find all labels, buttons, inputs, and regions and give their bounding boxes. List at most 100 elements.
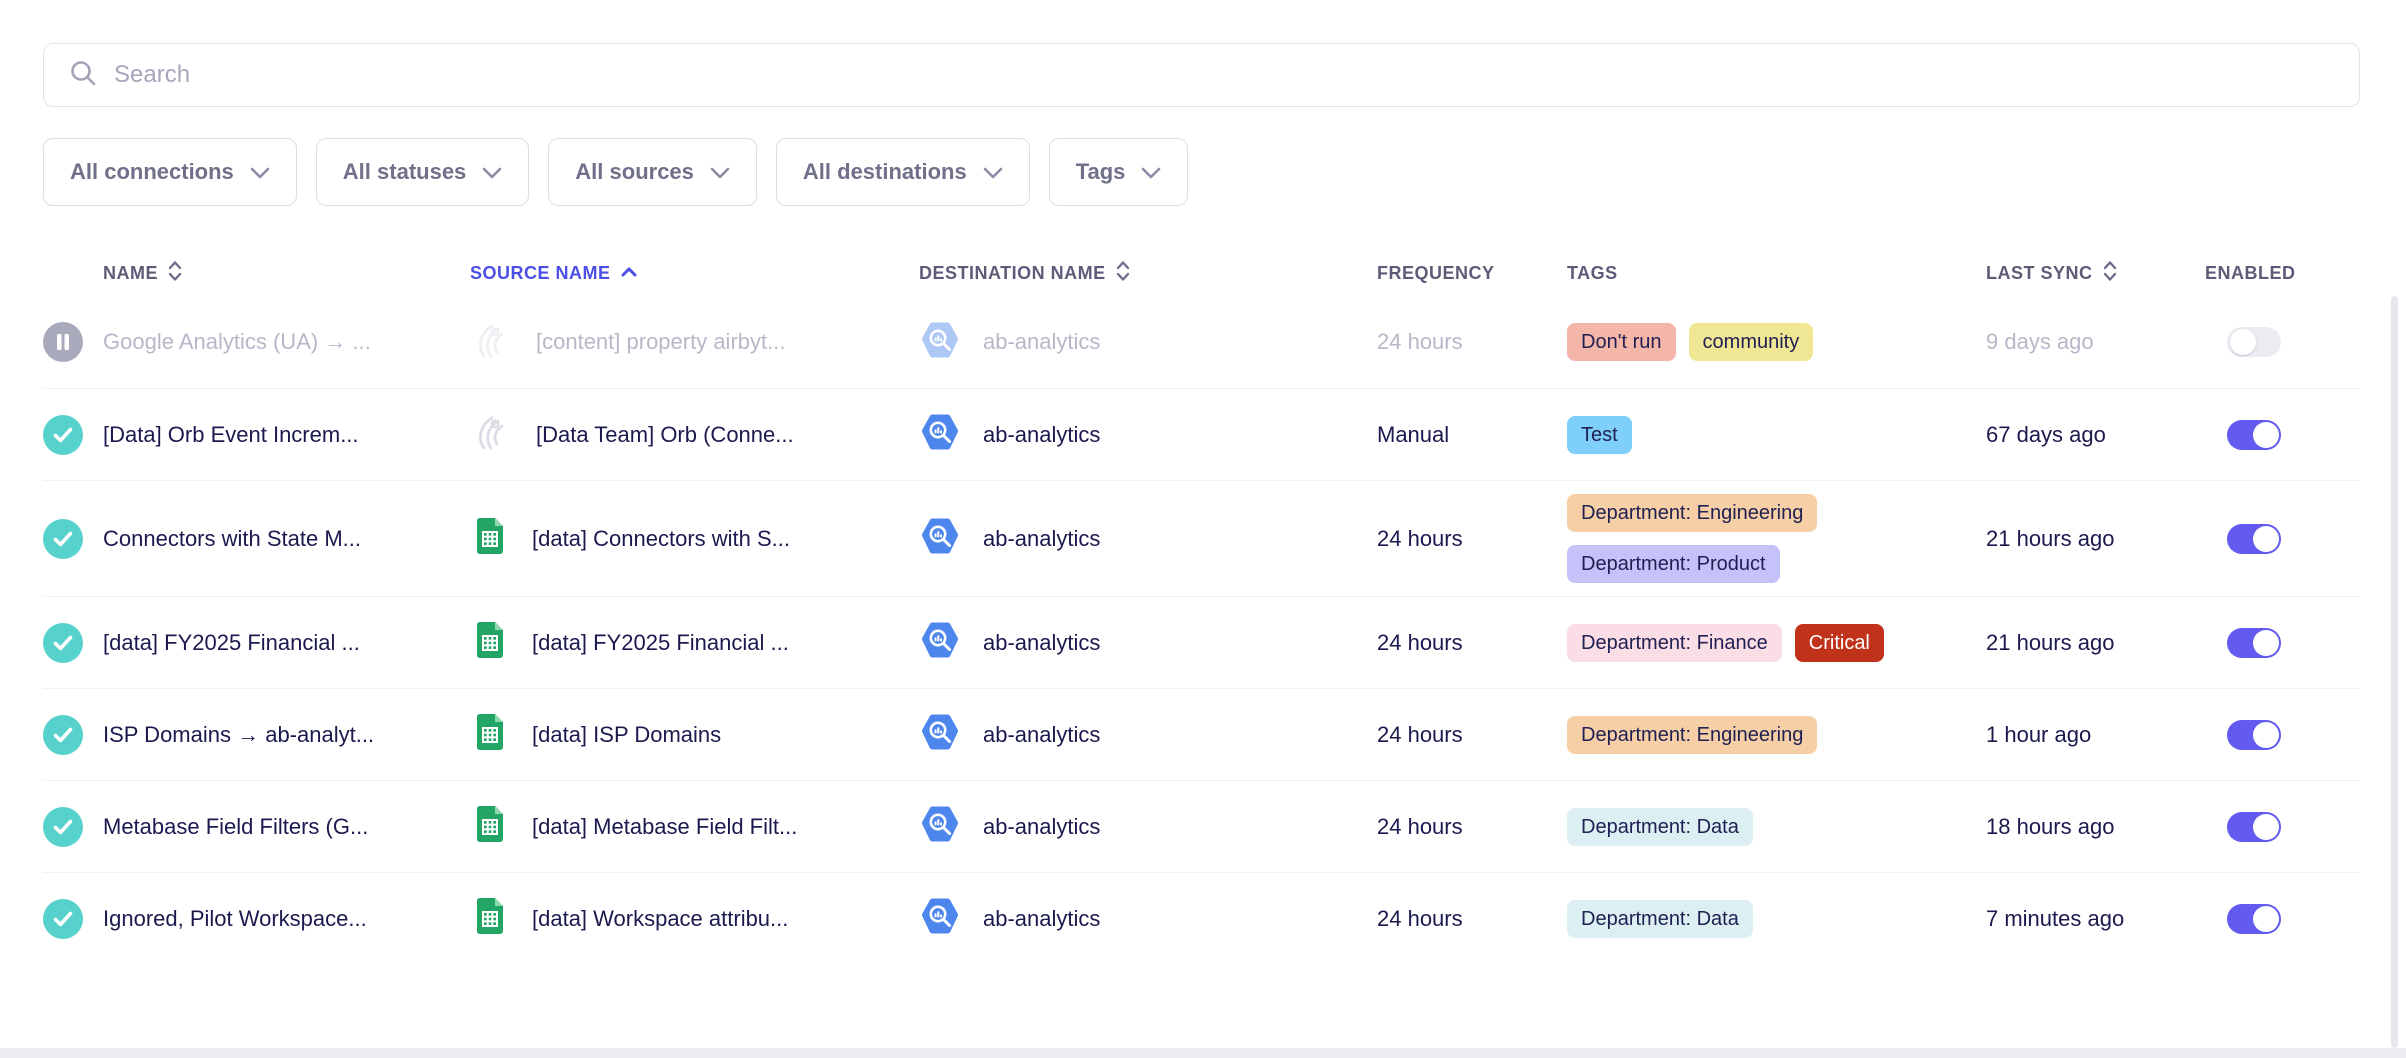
source-cell[interactable]: [data] Workspace attribu... [470,896,919,941]
enabled-status-icon [43,807,103,847]
enabled-toggle[interactable] [2227,720,2281,750]
tag-badge: Don't run [1567,323,1676,361]
chevron-down-icon [983,159,1003,185]
connection-name[interactable]: [data] FY2025 Financial ... [103,630,470,656]
column-label: LAST SYNC [1986,263,2093,284]
enabled-status-icon [43,715,103,755]
table-row[interactable]: Metabase Field Filters (G... [data] Metab… [43,780,2360,872]
tags-cell: Department: FinanceCritical [1567,624,1986,662]
sort-both-icon [167,259,183,288]
enabled-toggle[interactable] [2227,524,2281,554]
destination-cell[interactable]: ab-analytics [919,319,1377,366]
toggle-knob [2253,422,2279,448]
source-name: [data] Connectors with S... [532,526,790,552]
last-sync-value: 18 hours ago [1986,814,2205,840]
custom-connector-icon [470,318,514,367]
frequency-value: 24 hours [1377,329,1567,355]
tags-cell: Department: EngineeringDepartment: Produ… [1567,494,1986,583]
table-row[interactable]: Connectors with State M... [data] Connect… [43,480,2360,596]
bigquery-icon [919,319,961,366]
connection-name[interactable]: Connectors with State M... [103,526,470,552]
frequency-value: 24 hours [1377,722,1567,748]
frequency-value: Manual [1377,422,1567,448]
filter-all-connections[interactable]: All connections [43,138,297,206]
filter-label: All connections [70,159,234,185]
destination-name: ab-analytics [983,722,1100,748]
destination-cell[interactable]: ab-analytics [919,515,1377,562]
connection-name[interactable]: Metabase Field Filters (G... [103,814,470,840]
table-row[interactable]: Ignored, Pilot Workspace...[data] Worksp… [43,872,2360,964]
column-header-source-name[interactable]: SOURCE NAME [470,263,919,284]
destination-cell[interactable]: ab-analytics [919,619,1377,666]
column-header-last-sync[interactable]: LAST SYNC [1986,259,2205,288]
destination-name: ab-analytics [983,329,1100,355]
connection-name[interactable]: Google Analytics (UA) → ... [103,329,470,355]
sort-asc-icon [620,263,638,284]
enabled-status-icon [43,623,103,663]
google-sheets-icon [470,804,510,849]
source-name: [data] Metabase Field Filt... [532,814,797,840]
filter-tags[interactable]: Tags [1049,138,1189,206]
connections-page: All connections All statuses All sources… [0,0,2406,1058]
chevron-down-icon [482,159,502,185]
chevron-down-icon [1141,159,1161,185]
bigquery-icon [919,803,961,850]
connection-name[interactable]: Ignored, Pilot Workspace... [103,906,470,932]
connection-name[interactable]: ISP Domains → ab-analyt... [103,722,470,748]
frequency-value: 24 hours [1377,814,1567,840]
column-header-tags: TAGS [1567,263,1986,284]
source-cell[interactable]: [content] property airbyt... [470,318,919,367]
sort-both-icon [2102,259,2118,288]
enabled-toggle[interactable] [2227,327,2281,357]
source-cell[interactable]: [data] ISP Domains [470,712,919,757]
filter-label: All sources [575,159,694,185]
bigquery-icon [919,515,961,562]
last-sync-value: 21 hours ago [1986,526,2205,552]
column-header-name[interactable]: NAME [103,259,470,288]
toggle-knob [2253,814,2279,840]
filter-all-destinations[interactable]: All destinations [776,138,1030,206]
connection-name[interactable]: [Data] Orb Event Increm... [103,422,470,448]
column-label: DESTINATION NAME [919,263,1106,284]
source-cell[interactable]: [data] Metabase Field Filt... [470,804,919,849]
google-sheets-icon [470,516,510,561]
enabled-toggle[interactable] [2227,420,2281,450]
connections-table-body: Google Analytics (UA) → ...[content] pro… [43,296,2360,964]
last-sync-value: 9 days ago [1986,329,2205,355]
column-label: ENABLED [2205,263,2296,284]
tags-cell: Department: Engineering [1567,716,1986,754]
filter-bar: All connections All statuses All sources… [43,138,2360,206]
enabled-toggle[interactable] [2227,628,2281,658]
filter-all-sources[interactable]: All sources [548,138,757,206]
tags-cell: Department: Data [1567,900,1986,938]
last-sync-value: 67 days ago [1986,422,2205,448]
tag-badge: Department: Data [1567,900,1753,938]
toggle-knob [2253,630,2279,656]
table-row[interactable]: [Data] Orb Event Increm...[Data Team] Or… [43,388,2360,480]
toggle-knob [2253,906,2279,932]
destination-cell[interactable]: ab-analytics [919,411,1377,458]
table-row[interactable]: ISP Domains → ab-analyt...[data] ISP Dom… [43,688,2360,780]
source-cell[interactable]: [Data Team] Orb (Conne... [470,410,919,459]
vertical-scrollbar[interactable] [2391,296,2398,1048]
table-row[interactable]: [data] FY2025 Financial ... [data] FY2025… [43,596,2360,688]
tag-badge: Department: Engineering [1567,494,1817,532]
source-name: [data] FY2025 Financial ... [532,630,789,656]
column-label: FREQUENCY [1377,263,1495,284]
table-row[interactable]: Google Analytics (UA) → ...[content] pro… [43,296,2360,388]
source-cell[interactable]: [data] FY2025 Financial ... [470,620,919,665]
tag-badge: Department: Engineering [1567,716,1817,754]
column-header-frequency: FREQUENCY [1377,263,1567,284]
destination-cell[interactable]: ab-analytics [919,895,1377,942]
enabled-toggle[interactable] [2227,812,2281,842]
source-cell[interactable]: [data] Connectors with S... [470,516,919,561]
search-bar [43,43,2360,107]
column-header-destination-name[interactable]: DESTINATION NAME [919,259,1377,288]
search-input[interactable] [114,61,2335,89]
enabled-toggle[interactable] [2227,904,2281,934]
table-header: NAME SOURCE NAME DESTINATION NAME FREQUE… [43,250,2360,296]
destination-cell[interactable]: ab-analytics [919,803,1377,850]
tag-badge: Department: Data [1567,808,1753,846]
filter-all-statuses[interactable]: All statuses [316,138,530,206]
destination-cell[interactable]: ab-analytics [919,711,1377,758]
